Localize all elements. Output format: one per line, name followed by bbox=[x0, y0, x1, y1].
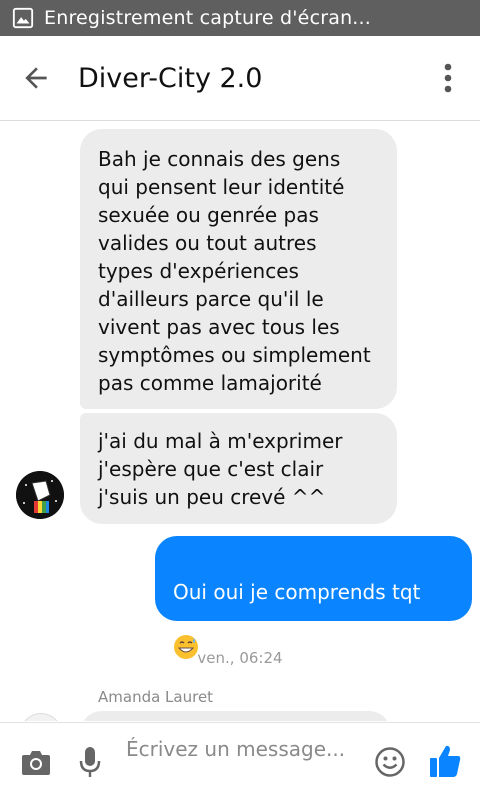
sender-name: Amanda Lauret bbox=[98, 688, 214, 706]
message-bubble-outgoing[interactable]: Oui oui je comprends tqt bbox=[155, 536, 472, 659]
message-list[interactable]: Bah je connais des gens qui pensent leur… bbox=[0, 121, 480, 721]
more-options-icon[interactable] bbox=[436, 61, 460, 95]
conversation-title: Diver-City 2.0 bbox=[78, 62, 263, 94]
status-bar: Enregistrement capture d'écran... bbox=[0, 0, 480, 36]
notification-text: Enregistrement capture d'écran... bbox=[44, 7, 372, 29]
app-bar: Diver-City 2.0 bbox=[0, 36, 480, 121]
smiley-icon[interactable] bbox=[374, 746, 406, 778]
message-composer: Écrivez un message... bbox=[0, 722, 480, 801]
avatar[interactable] bbox=[20, 713, 62, 721]
thumbs-up-icon[interactable] bbox=[428, 743, 462, 779]
message-bubble-incoming[interactable]: j'ai du mal à m'exprimer j'espère que c'… bbox=[80, 413, 397, 524]
message-bubble-incoming[interactable]: Bah je connais des gens qui pensent leur… bbox=[80, 129, 397, 409]
avatar[interactable] bbox=[16, 471, 64, 519]
image-icon bbox=[12, 7, 34, 29]
microphone-icon[interactable] bbox=[78, 745, 102, 779]
back-arrow-icon[interactable] bbox=[20, 62, 52, 94]
camera-icon[interactable] bbox=[20, 747, 52, 777]
message-text: Oui oui je comprends tqt bbox=[173, 580, 421, 604]
message-bubble-incoming[interactable] bbox=[80, 711, 391, 721]
timestamp: ven., 06:24 bbox=[197, 649, 283, 667]
message-input[interactable]: Écrivez un message... bbox=[126, 735, 356, 793]
